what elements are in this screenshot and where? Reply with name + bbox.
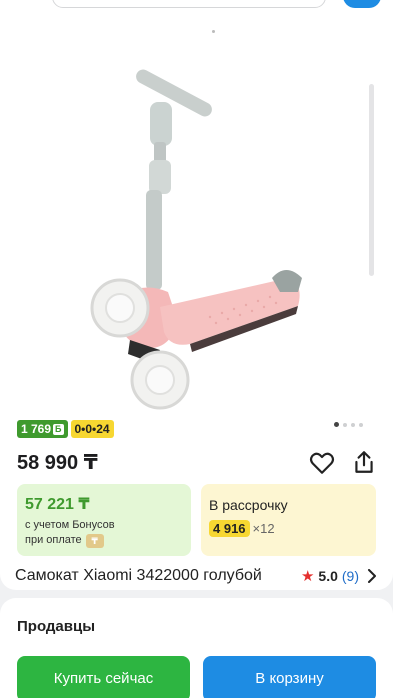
rating-value: 5.0: [318, 568, 338, 584]
installment-title: В рассрочку: [209, 497, 288, 513]
product-card: 1 769 Б 0•0•24 58 990 ₸ 57 221 ₸ с учето…: [0, 10, 393, 590]
pager-dot-active[interactable]: [334, 422, 339, 427]
bonus-icon: Б: [53, 423, 64, 435]
installment-badge: 0•0•24: [70, 420, 114, 438]
chevron-right-icon[interactable]: [367, 569, 377, 583]
heart-icon[interactable]: [309, 451, 335, 475]
installment-box[interactable]: В рассрочку 4 916 ×12: [201, 484, 376, 556]
bonus-note-text: при оплате: [25, 534, 82, 546]
product-title-row[interactable]: Самокат Xiaomi 3422000 голубой ★ 5.0 (9): [15, 565, 377, 587]
image-pager: [334, 422, 363, 427]
search-input[interactable]: [52, 0, 326, 8]
promo-badges: 1 769 Б 0•0•24: [17, 420, 114, 438]
bonus-note-line1: с учетом Бонусов: [25, 519, 115, 531]
product-price: 58 990 ₸: [17, 452, 98, 474]
share-icon[interactable]: [351, 449, 377, 475]
product-image: [90, 69, 302, 410]
sellers-section: Продавцы Купить сейчас В корзину: [0, 598, 393, 698]
bonus-price-box[interactable]: 57 221 ₸ с учетом Бонусов при оплате ₸: [17, 484, 191, 556]
sellers-title: Продавцы: [17, 618, 96, 635]
pager-dot[interactable]: [351, 422, 355, 427]
payment-icon: ₸: [85, 533, 104, 548]
pager-dot[interactable]: [343, 422, 347, 427]
installment-monthly: 4 916: [209, 520, 250, 537]
bonus-price: 57 221 ₸: [25, 496, 90, 513]
installment-row: 4 916 ×12: [209, 520, 368, 537]
product-image-gallery[interactable]: [0, 22, 393, 422]
bonus-badge-value: 1 769: [21, 422, 52, 436]
bonus-note-line2: при оплате ₸: [25, 533, 183, 548]
add-to-cart-button[interactable]: В корзину: [203, 656, 376, 698]
bonus-badge: 1 769 Б: [17, 420, 68, 438]
top-action-button[interactable]: [343, 0, 381, 8]
product-title: Самокат Xiaomi 3422000 голубой: [15, 567, 262, 584]
buy-now-button[interactable]: Купить сейчас: [17, 656, 190, 698]
gallery-scrollbar[interactable]: [369, 84, 374, 276]
image-dot: [212, 30, 215, 33]
installment-term: ×12: [252, 521, 275, 536]
rating-count[interactable]: (9): [342, 568, 359, 584]
pager-dot[interactable]: [359, 422, 363, 427]
star-icon: ★: [300, 568, 315, 585]
